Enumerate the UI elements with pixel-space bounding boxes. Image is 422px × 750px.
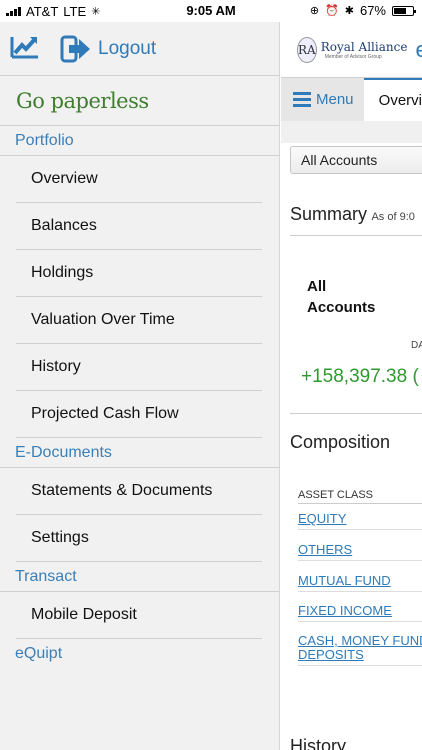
alarm-icon: ⏰ (325, 5, 339, 17)
logout-label: Logout (98, 37, 157, 59)
section-equipt[interactable]: eQuipt (0, 639, 279, 669)
royal-alliance-logo-icon: RA (297, 36, 317, 63)
brand-header: RA Royal Alliance Member of Advisor Grou… (281, 22, 422, 77)
account-select[interactable]: All Accounts (290, 146, 422, 174)
bluetooth-icon: ✱ (344, 5, 354, 17)
sidebar-menu: Logout Go paperless Portfolio Overview B… (0, 22, 280, 750)
asset-class-mutual-fund[interactable]: MUTUAL FUND (298, 574, 422, 592)
sidebar-item-projected-cash-flow[interactable]: Projected Cash Flow (16, 391, 262, 438)
sidebar-item-holdings[interactable]: Holdings (16, 250, 262, 297)
section-transact[interactable]: Transact (0, 562, 279, 592)
tab-overview[interactable]: Overvi (363, 78, 422, 121)
go-paperless-link[interactable]: Go paperless (0, 76, 279, 126)
asset-class-equity[interactable]: EQUITY (298, 512, 422, 530)
sidebar-item-valuation-over-time[interactable]: Valuation Over Time (16, 297, 262, 344)
logout-button[interactable]: Logout (60, 35, 156, 63)
asset-class-fixed-income[interactable]: FIXED INCOME (298, 604, 422, 622)
divider (290, 235, 422, 236)
gain-value: +158,397.38 ( (301, 366, 419, 387)
divider (290, 413, 422, 414)
sidebar-item-mobile-deposit[interactable]: Mobile Deposit (16, 592, 262, 639)
content-band (281, 121, 422, 143)
section-portfolio[interactable]: Portfolio (0, 126, 279, 156)
battery-icon (392, 5, 416, 16)
lock-rotation-icon: ⊕ (309, 5, 320, 17)
brand-name: Royal Alliance (320, 39, 408, 54)
all-accounts-line2: Accounts (307, 299, 376, 316)
tab-bar: Menu Overvi (281, 77, 422, 121)
main-content: RA Royal Alliance Member of Advisor Grou… (281, 22, 422, 750)
all-accounts-line1: All (307, 278, 327, 295)
asset-class-cash-money-fund[interactable]: CASH, MONEY FUND (298, 634, 422, 647)
sidebar-item-history[interactable]: History (16, 344, 262, 391)
summary-as-of: As of 9:0 (371, 211, 415, 223)
menu-label: Menu (316, 91, 354, 108)
sidebar-item-statements-documents[interactable]: Statements & Documents (16, 468, 262, 515)
sidebar-item-overview[interactable]: Overview (16, 156, 262, 203)
composition-title: Composition (290, 432, 391, 452)
battery-percent: 67% (359, 3, 386, 18)
brand-e-logo: e (415, 36, 422, 62)
asset-class-deposits[interactable]: DEPOSITS (298, 648, 422, 666)
history-title: History (290, 736, 347, 750)
asset-class-header: ASSET CLASS (298, 489, 422, 504)
day-change-label: DA (411, 340, 422, 351)
all-accounts-label: All Accounts (307, 276, 375, 318)
brand-subtitle: Member of Advisor Group (324, 53, 382, 60)
status-bar: AT&T LTE ✳ 9:05 AM ⊕ ⏰ ✱ 67% (0, 0, 422, 22)
brand-text: Royal Alliance Member of Advisor Group (321, 40, 408, 60)
status-right: ⊕ ⏰ ✱ 67% (309, 3, 416, 18)
summary-heading: Summary As of 9:0 (290, 204, 415, 225)
sidebar-item-settings[interactable]: Settings (16, 515, 262, 562)
hamburger-icon (293, 92, 311, 107)
logout-icon (60, 35, 90, 62)
sidebar-item-balances[interactable]: Balances (16, 203, 262, 250)
menu-button[interactable]: Menu (281, 78, 364, 121)
asset-class-others[interactable]: OTHERS (298, 543, 422, 561)
sidebar-header: Logout (0, 22, 279, 76)
summary-title: Summary (290, 204, 368, 224)
section-e-documents[interactable]: E-Documents (0, 438, 279, 468)
trend-chart-icon[interactable] (10, 33, 40, 64)
